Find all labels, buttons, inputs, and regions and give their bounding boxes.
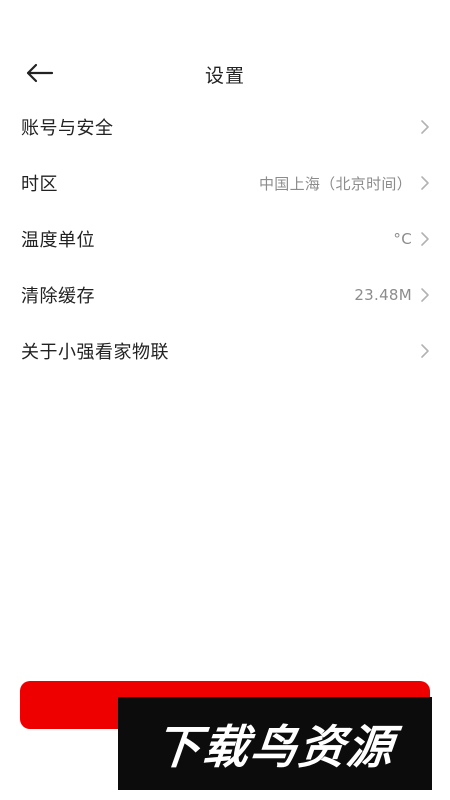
timezone-value: 中国上海（北京时间） (258, 174, 412, 193)
chevron-right-icon (420, 175, 430, 191)
settings-item-label: 关于小强看家物联 (21, 342, 169, 363)
settings-item-temperature-unit[interactable]: 温度单位 °C (0, 210, 450, 266)
cache-size-value: 23.48M (354, 286, 412, 304)
chevron-right-icon (420, 287, 430, 303)
chevron-right-icon (420, 343, 430, 359)
settings-item-account-security[interactable]: 账号与安全 (0, 98, 450, 154)
watermark-text: 下载鸟资源 (151, 719, 398, 774)
page-title: 设置 (204, 65, 245, 87)
settings-item-timezone[interactable]: 时区 中国上海（北京时间） (0, 154, 450, 210)
settings-item-label: 温度单位 (21, 230, 95, 251)
watermark-overlay: 下载鸟资源 (118, 697, 432, 790)
header-bar: 设置 (0, 50, 450, 96)
settings-list: 账号与安全 时区 中国上海（北京时间） 温度单位 °C 清除缓存 23.48M (0, 98, 450, 378)
settings-item-label: 时区 (21, 174, 58, 195)
temperature-unit-value: °C (393, 230, 412, 248)
settings-item-clear-cache[interactable]: 清除缓存 23.48M (0, 266, 450, 322)
chevron-right-icon (420, 231, 430, 247)
settings-item-label: 账号与安全 (21, 118, 114, 139)
settings-item-about[interactable]: 关于小强看家物联 (0, 322, 450, 378)
chevron-right-icon (420, 119, 430, 135)
settings-item-label: 清除缓存 (21, 286, 95, 307)
